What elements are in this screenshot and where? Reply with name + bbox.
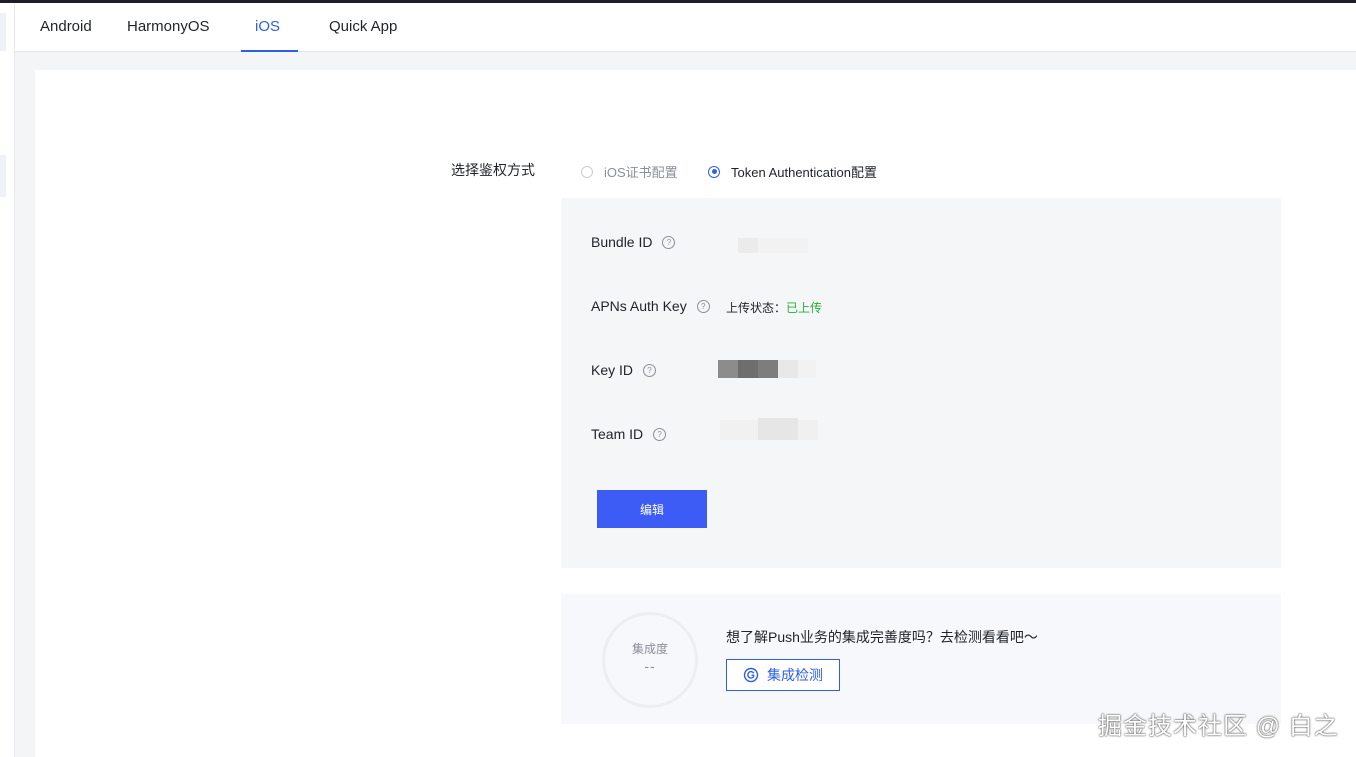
key-id-row: Key ID ? [591, 362, 657, 378]
apns-auth-key-label: APNs Auth Key [591, 298, 687, 314]
team-id-value-redacted [798, 420, 818, 440]
radio-button[interactable] [581, 165, 593, 178]
key-id-value-redacted [758, 360, 778, 378]
tab-android[interactable]: Android [40, 3, 92, 51]
key-id-value-redacted [798, 360, 816, 378]
tab-harmonyos[interactable]: HarmonyOS [127, 3, 210, 51]
refresh-check-icon [743, 667, 759, 683]
bundle-id-value-redacted [738, 238, 758, 253]
key-id-value-redacted [778, 360, 798, 378]
bundle-id-label: Bundle ID [591, 234, 653, 250]
tab-ios[interactable]: iOS [240, 3, 299, 52]
key-id-value-redacted [718, 360, 738, 378]
apns-auth-key-row: APNs Auth Key ? [591, 298, 710, 314]
left-sidebar-edge [0, 3, 15, 757]
radio-token-authentication[interactable]: Token Authentication配置 [708, 162, 877, 181]
integration-prompt: 想了解Push业务的集成完善度吗？去检测看看吧～ [726, 629, 1038, 645]
integration-check-button[interactable]: 集成检测 [726, 659, 840, 691]
team-id-value-redacted [720, 420, 758, 440]
radio-label: iOS证书配置 [604, 165, 678, 180]
bundle-id-row: Bundle ID ? [591, 234, 676, 250]
watermark: 掘金技术社区 @ 白之 [1098, 713, 1339, 740]
question-circle-icon[interactable]: ? [653, 427, 667, 441]
question-circle-icon[interactable]: ? [643, 363, 657, 377]
question-circle-icon[interactable]: ? [696, 299, 710, 313]
upload-status-value: 已上传 [786, 301, 823, 315]
team-id-value-redacted [758, 418, 798, 440]
gauge-title: 集成度 [631, 642, 668, 656]
radio-label: Token Authentication配置 [731, 165, 877, 180]
gauge-value: -- [644, 658, 656, 674]
auth-method-label: 选择鉴权方式 [451, 162, 535, 178]
tab-quick-app[interactable]: Quick App [329, 3, 397, 51]
upload-status: 上传状态：已上传 [726, 299, 822, 316]
platform-tab-bar: Android HarmonyOS iOS Quick App [15, 3, 1356, 52]
sidebar-highlight [0, 13, 6, 51]
integration-check-label: 集成检测 [767, 667, 823, 683]
radio-ios-certificate[interactable]: iOS证书配置 [581, 162, 678, 181]
upload-status-label: 上传状态： [726, 301, 787, 315]
radio-button[interactable] [708, 165, 720, 178]
key-id-label: Key ID [591, 362, 634, 378]
edit-button[interactable]: 编辑 [597, 490, 707, 528]
team-id-row: Team ID ? [591, 426, 667, 442]
sidebar-highlight [0, 155, 6, 197]
question-circle-icon[interactable]: ? [662, 235, 676, 249]
bundle-id-value-redacted [758, 238, 808, 253]
team-id-label: Team ID [591, 426, 644, 442]
key-id-value-redacted [738, 360, 758, 378]
